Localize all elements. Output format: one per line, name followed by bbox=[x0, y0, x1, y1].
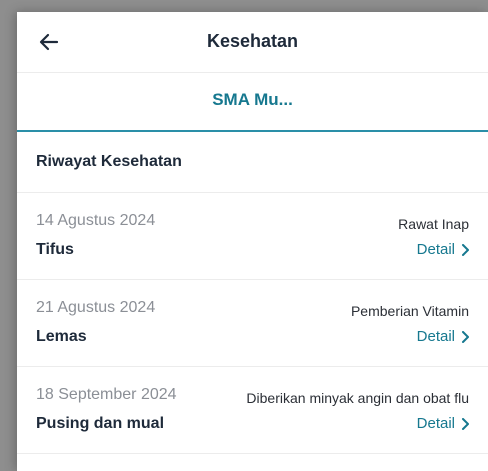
section-title: Riwayat Kesehatan bbox=[36, 153, 182, 170]
page-title: Kesehatan bbox=[206, 31, 299, 51]
section-header: Riwayat Kesehatan bbox=[17, 132, 488, 193]
record-date: 21 Agustus 2024 bbox=[36, 299, 156, 316]
detail-label: Detail bbox=[416, 415, 455, 432]
record-action: Rawat Inap bbox=[398, 216, 469, 232]
health-record-item: 18 September 2024 Pusing dan mual Diberi… bbox=[17, 367, 488, 454]
detail-label: Detail bbox=[416, 241, 455, 258]
detail-link[interactable]: Detail bbox=[417, 241, 469, 258]
record-name: Tifus bbox=[36, 241, 74, 258]
health-record-item: 14 Agustus 2024 Tifus Rawat Inap Detail bbox=[17, 193, 488, 280]
record-name: Lemas bbox=[36, 328, 87, 345]
tab-bar: SMA Mu... bbox=[17, 73, 488, 132]
app-bar: Kesehatan bbox=[17, 12, 488, 73]
detail-link[interactable]: Detail bbox=[417, 415, 469, 432]
record-action: Diberikan minyak angin dan obat flu bbox=[246, 390, 469, 406]
tab-school[interactable]: SMA Mu... bbox=[17, 90, 488, 110]
chevron-right-icon bbox=[461, 417, 469, 430]
health-record-item: 21 Agustus 2024 Lemas Pemberian Vitamin … bbox=[17, 280, 488, 367]
screenshot-stage: Kesehatan SMA Mu... Riwayat Kesehatan 14… bbox=[0, 0, 488, 471]
detail-label: Detail bbox=[416, 328, 455, 345]
record-date: 18 September 2024 bbox=[36, 386, 177, 403]
chevron-right-icon bbox=[461, 330, 469, 343]
chevron-right-icon bbox=[461, 243, 469, 256]
record-action: Pemberian Vitamin bbox=[350, 303, 469, 319]
record-name: Pusing dan mual bbox=[36, 415, 165, 432]
detail-link[interactable]: Detail bbox=[417, 328, 469, 345]
record-date: 14 Agustus 2024 bbox=[36, 212, 156, 229]
app-screen: Kesehatan SMA Mu... Riwayat Kesehatan 14… bbox=[17, 12, 488, 471]
